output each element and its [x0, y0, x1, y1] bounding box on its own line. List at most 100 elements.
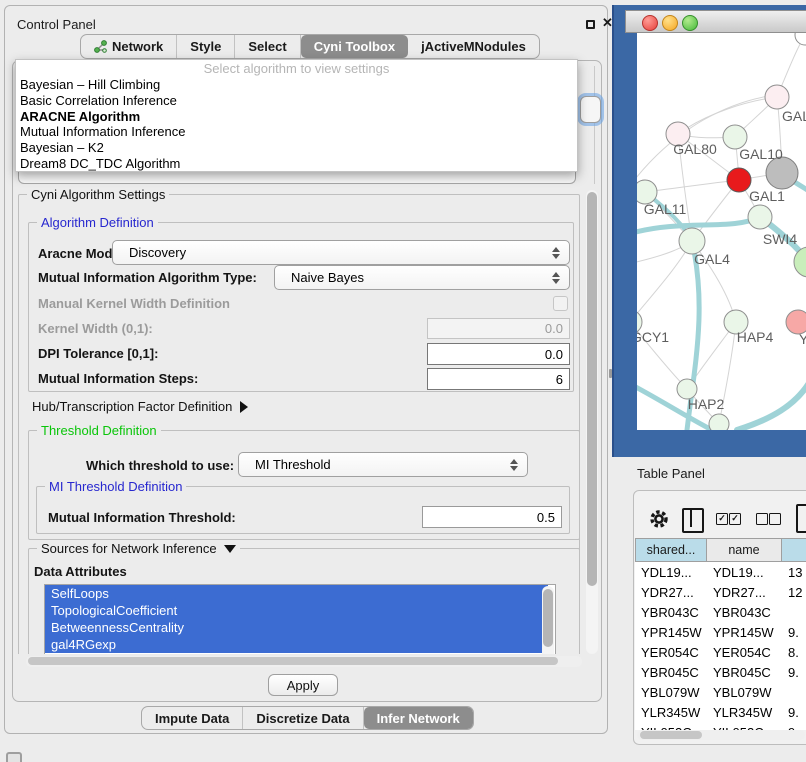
manual-kernel-label: Manual Kernel Width Definition	[38, 296, 230, 311]
tab-impute-data[interactable]: Impute Data	[142, 707, 243, 729]
network-edge[interactable]	[637, 241, 692, 322]
apply-button[interactable]: Apply	[268, 674, 338, 696]
network-edge[interactable]	[737, 383, 806, 430]
table-cell: YER054C	[635, 645, 707, 660]
mi-steps-field[interactable]: 6	[427, 368, 570, 390]
tab-jactivemnodules[interactable]: jActiveMNodules	[408, 35, 539, 58]
settings-horizontal-scrollbar[interactable]	[26, 656, 582, 667]
spinner-arrows-icon	[552, 272, 560, 284]
mi-threshold-field[interactable]: 0.5	[422, 506, 562, 528]
network-node[interactable]	[748, 205, 772, 229]
network-node[interactable]	[765, 85, 789, 109]
dropdown-item[interactable]: Mutual Information Inference	[16, 124, 577, 140]
table-row[interactable]: YLR345WYLR345W9.	[635, 702, 806, 722]
table-cell: YER054C	[707, 645, 782, 660]
unchecked-box-icon	[756, 513, 768, 525]
tab-infer-network[interactable]: Infer Network	[364, 707, 473, 729]
table-row[interactable]: YBR045CYBR045C9.	[635, 662, 806, 682]
tab-cyni-toolbox[interactable]: Cyni Toolbox	[301, 35, 408, 58]
table-settings-button[interactable]	[648, 507, 670, 531]
data-attributes-list: SelfLoopsTopologicalCoefficientBetweenne…	[45, 585, 555, 653]
mi-type-select[interactable]: Naive Bayes	[274, 265, 570, 290]
settings-vscrollbar-thumb[interactable]	[587, 192, 597, 586]
sources-title: Sources for Network Inference	[41, 541, 217, 556]
table-horizontal-scrollbar[interactable]	[637, 730, 805, 740]
which-threshold-select[interactable]: MI Threshold	[238, 452, 528, 477]
table-cell: YDR27...	[635, 585, 707, 600]
table-row[interactable]: YDL19...YDL19...13	[635, 562, 806, 582]
dropdown-item[interactable]: Dream8 DC_TDC Algorithm	[16, 156, 577, 172]
checked-box-icon: ✓	[729, 513, 741, 525]
table-row[interactable]: YER054CYER054C8.	[635, 642, 806, 662]
float-window-icon[interactable]	[586, 20, 595, 29]
table-row[interactable]: YBR043CYBR043C	[635, 602, 806, 622]
table-cell: YLR345W	[707, 705, 782, 720]
network-node-label: GAL4	[694, 251, 730, 267]
dpi-tolerance-field[interactable]: 0.0	[427, 343, 570, 365]
tab-style[interactable]: Style	[177, 35, 235, 58]
hub-definition-toggle[interactable]: Hub/Transcription Factor Definition	[32, 399, 248, 414]
minimized-panel-icon[interactable]	[6, 752, 22, 762]
aracne-mode-select[interactable]: Discovery	[112, 240, 570, 265]
table-row[interactable]: YPR145WYPR145W9.	[635, 622, 806, 642]
network-icon	[94, 40, 107, 53]
focused-combo-fragment	[580, 96, 601, 123]
split-panel-button[interactable]	[682, 508, 704, 533]
export-table-button[interactable]	[796, 504, 806, 533]
network-canvas[interactable]: GALGAL80GAL10GAL1GAL11SWI4GAL4GCY1HAP4YH…	[637, 33, 806, 430]
dropdown-item[interactable]: Bayesian – K2	[16, 140, 577, 156]
network-node[interactable]	[727, 168, 751, 192]
tab-label: Impute Data	[155, 711, 229, 726]
table-row[interactable]: YDR27...YDR27...12	[635, 582, 806, 602]
tab-label: Discretize Data	[256, 711, 349, 726]
select-all-columns-button[interactable]: ✓ ✓	[716, 513, 742, 525]
network-edge[interactable]	[637, 95, 775, 183]
column-header-partial[interactable]	[782, 538, 806, 562]
deselect-all-columns-button[interactable]	[756, 513, 782, 525]
data-attribute-item[interactable]: SelfLoops	[45, 585, 548, 602]
mac-zoom-button[interactable]	[682, 15, 698, 31]
tab-label: jActiveMNodules	[421, 39, 526, 54]
network-node-label: Y	[799, 331, 806, 347]
column-header-shared-name[interactable]: shared...	[635, 538, 707, 562]
table-row[interactable]: YBL079WYBL079W	[635, 682, 806, 702]
settings-hscrollbar-thumb[interactable]	[28, 657, 558, 665]
network-node-label: HAP2	[688, 396, 725, 412]
data-attributes-label: Data Attributes	[34, 564, 127, 579]
mac-close-button[interactable]	[642, 15, 658, 31]
control-panel-title: Control Panel	[17, 17, 96, 32]
tab-select[interactable]: Select	[235, 35, 300, 58]
dropdown-item[interactable]: ARACNE Algorithm	[16, 109, 577, 125]
table-row[interactable]: YIL052CYIL052C9	[635, 722, 806, 730]
mac-minimize-button[interactable]	[662, 15, 678, 31]
table-cell: YBR043C	[707, 605, 782, 620]
table-cell: YPR145W	[707, 625, 782, 640]
settings-vertical-scrollbar[interactable]	[586, 190, 598, 654]
data-attribute-item[interactable]: TopologicalCoefficient	[45, 602, 548, 619]
data-attribute-item[interactable]: BetweennessCentrality	[45, 619, 548, 636]
list-scrollbar-thumb[interactable]	[543, 589, 553, 647]
data-attribute-item[interactable]: gal4RGexp	[45, 636, 548, 653]
network-window-titlebar[interactable]	[625, 10, 806, 33]
tab-discretize-data[interactable]: Discretize Data	[243, 707, 363, 729]
sources-title-row[interactable]: Sources for Network Inference	[37, 541, 240, 556]
desktop: Control Panel ✕ NetworkStyleSelectCyni T…	[0, 0, 806, 762]
tab-network[interactable]: Network	[81, 35, 177, 58]
kernel-width-field[interactable]: 0.0	[427, 318, 570, 339]
network-edge[interactable]	[645, 180, 739, 192]
settings-viewport: Cyni Algorithm Settings Algorithm Defini…	[14, 188, 586, 654]
column-header-name[interactable]: name	[707, 538, 782, 562]
dropdown-item[interactable]: Basic Correlation Inference	[16, 93, 577, 109]
network-node[interactable]	[709, 414, 729, 430]
list-vertical-scrollbar[interactable]	[542, 586, 554, 654]
which-threshold-label: Which threshold to use:	[86, 458, 234, 473]
network-node[interactable]	[795, 33, 806, 45]
tab-label: Style	[190, 39, 221, 54]
manual-kernel-checkbox[interactable]	[553, 296, 568, 311]
table-cell: 9.	[782, 705, 806, 720]
table-cell: YDL19...	[707, 565, 782, 580]
table-hscrollbar-thumb[interactable]	[640, 731, 702, 739]
dropdown-item[interactable]: Bayesian – Hill Climbing	[16, 77, 577, 93]
algorithm-dropdown-prompt: Select algorithm to view settings	[16, 60, 577, 77]
tab-label: Infer Network	[377, 711, 460, 726]
